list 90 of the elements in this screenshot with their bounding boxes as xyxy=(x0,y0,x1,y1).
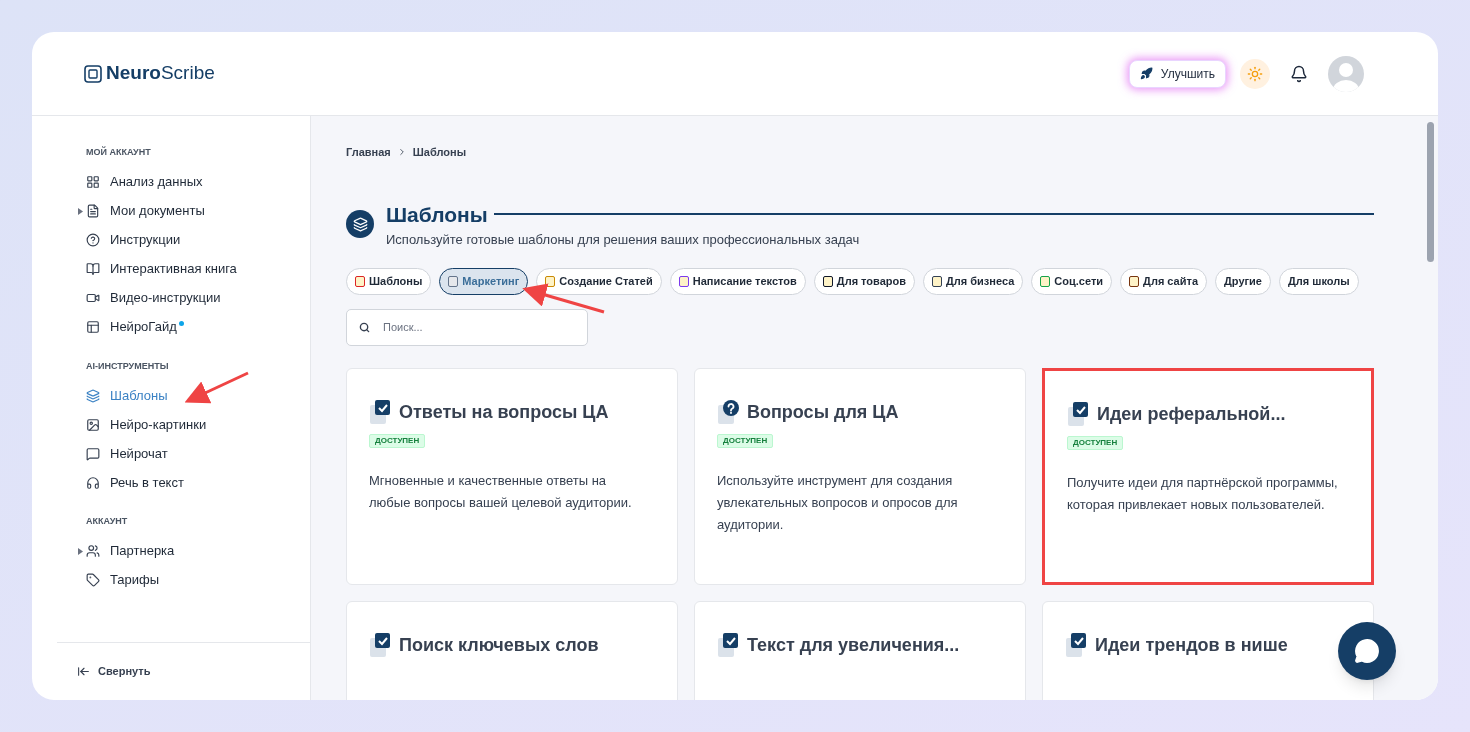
collapse-arrow-icon xyxy=(77,665,90,678)
annotation-arrow xyxy=(184,371,249,404)
sidebar-item[interactable]: Интерактивная книга xyxy=(86,259,237,279)
expand-caret-icon[interactable] xyxy=(78,547,83,555)
logo-text: NeuroScribe xyxy=(106,61,215,86)
category-chip[interactable]: Другие xyxy=(1215,267,1271,295)
search-field[interactable]: Поиск... xyxy=(346,308,588,346)
sidebar-item[interactable]: Мои документы xyxy=(86,201,205,221)
menu-item-icon xyxy=(86,446,100,461)
menu-item-icon xyxy=(86,475,100,490)
category-chip[interactable]: Соц.сети xyxy=(1031,267,1113,295)
check-document-icon xyxy=(369,399,393,425)
card-description: Используйте инструмент для создания увлекательных вопросов и опросов для аудитории. xyxy=(717,471,959,534)
menu-item-icon xyxy=(86,233,100,247)
menu-item-icon xyxy=(86,573,100,587)
chat-bubble-icon xyxy=(1354,638,1380,664)
logo-icon xyxy=(84,64,102,83)
expand-caret-icon[interactable] xyxy=(78,207,83,215)
section-heading: МОЙ АККАУНТ xyxy=(86,146,152,159)
theme-toggle[interactable] xyxy=(1240,58,1270,89)
menu-item-icon xyxy=(86,417,100,432)
category-icon xyxy=(932,275,942,287)
page-title: Шаблоны xyxy=(386,201,488,228)
category-chip[interactable]: Шаблоны xyxy=(346,267,432,295)
sun-icon xyxy=(1247,65,1263,82)
breadcrumb: Шаблоны xyxy=(412,145,467,160)
card-description: Получите идеи для партнёрской программы, которая привлекает новых пользователей. xyxy=(1067,473,1339,514)
check-document-icon xyxy=(1065,632,1089,658)
category-icon xyxy=(678,275,689,287)
menu-item-icon xyxy=(86,262,100,276)
question-document-icon xyxy=(717,399,741,425)
check-document-icon xyxy=(369,632,393,658)
sidebar-item[interactable]: Тарифы xyxy=(86,570,160,590)
category-chip[interactable]: Для товаров xyxy=(813,267,915,295)
menu-item-icon xyxy=(86,204,100,218)
rocket-icon xyxy=(1139,67,1153,80)
sidebar-item[interactable]: Нейрочат xyxy=(86,443,168,464)
status-badge: ДОСТУПЕН xyxy=(369,433,426,448)
section-heading: АККАУНТ xyxy=(86,515,129,528)
template-card[interactable]: Идеи трендов в нише xyxy=(1042,600,1374,700)
category-chip[interactable]: Для сайта xyxy=(1120,267,1207,295)
sidebar-item[interactable]: НейроГайд xyxy=(86,317,177,337)
category-icon xyxy=(355,275,365,287)
template-card[interactable]: Текст для увеличения... xyxy=(694,600,1026,700)
check-document-icon xyxy=(1067,401,1091,427)
card-title: Идеи трендов в нише xyxy=(1095,633,1288,657)
menu-item-icon xyxy=(86,291,100,305)
card-title: Вопросы для ЦА xyxy=(747,400,899,424)
template-card[interactable]: Поиск ключевых слов xyxy=(346,600,678,700)
notification-bell-icon[interactable] xyxy=(1290,64,1308,83)
layers-icon xyxy=(346,210,374,238)
chat-button[interactable] xyxy=(1338,622,1396,680)
card-description: Мгновенные и качественные ответы на любые вопросы вашей целевой аудитории. xyxy=(369,471,633,512)
card-title: Идеи реферальной... xyxy=(1097,402,1286,426)
status-badge: ДОСТУПЕН xyxy=(1067,435,1124,450)
category-icon xyxy=(1129,275,1140,287)
search-icon xyxy=(359,321,370,333)
category-chip[interactable]: Написание текстов xyxy=(669,267,806,295)
menu-item-icon xyxy=(86,320,100,334)
status-badge: ДОСТУПЕН xyxy=(717,433,774,448)
category-chip[interactable]: Для бизнеса xyxy=(923,267,1024,295)
category-chip[interactable]: Создание Статей xyxy=(536,267,662,295)
section-heading: AI-ИНСТРУМЕНТЫ xyxy=(86,359,170,373)
template-card[interactable]: Вопросы для ЦА ДОСТУПЕН Используйте инструмент для создания увлекательных вопросов и опросов для аудитории. xyxy=(694,367,1026,585)
card-title: Поиск ключевых слов xyxy=(399,633,599,657)
upgrade-button[interactable]: Улучшить xyxy=(1128,59,1226,88)
template-card[interactable]: Идеи реферальной... ДОСТУПЕН Получите идеи для партнёрской программы, которая привлекает новых пользователей. xyxy=(1042,367,1374,585)
category-icon xyxy=(822,275,833,287)
page-subtitle: Используйте готовые шаблоны для решения ваших профессиональных задач xyxy=(386,231,861,249)
category-chip[interactable]: Маркетинг xyxy=(439,267,529,295)
category-chip[interactable]: Для школы xyxy=(1279,267,1359,295)
breadcrumb[interactable]: Главная xyxy=(346,144,391,161)
card-title: Текст для увеличения... xyxy=(747,633,960,657)
sidebar-item[interactable]: Речь в текст xyxy=(86,472,184,493)
menu-item-icon xyxy=(86,388,100,403)
category-icon xyxy=(545,275,556,287)
card-title: Ответы на вопросы ЦА xyxy=(399,400,609,424)
category-icon xyxy=(448,275,459,287)
menu-item-icon xyxy=(86,175,100,189)
sidebar-item[interactable]: Инструкции xyxy=(86,230,181,250)
check-document-icon xyxy=(717,632,741,658)
sidebar-item[interactable]: Анализ данных xyxy=(86,172,203,192)
sidebar-item[interactable]: Видео-инструкции xyxy=(86,288,221,308)
sidebar-item[interactable]: Партнерка xyxy=(86,541,175,561)
menu-item-icon xyxy=(86,544,100,558)
collapse-button[interactable]: Свернуть xyxy=(57,642,310,700)
template-card[interactable]: Ответы на вопросы ЦА ДОСТУПЕН Мгновенные и качественные ответы на любые вопросы вашей целевой аудитории. xyxy=(346,367,678,585)
sidebar-item[interactable]: Шаблоны xyxy=(86,385,168,406)
sidebar-item[interactable]: Нейро-картинки xyxy=(86,414,207,435)
category-icon xyxy=(1040,275,1051,287)
